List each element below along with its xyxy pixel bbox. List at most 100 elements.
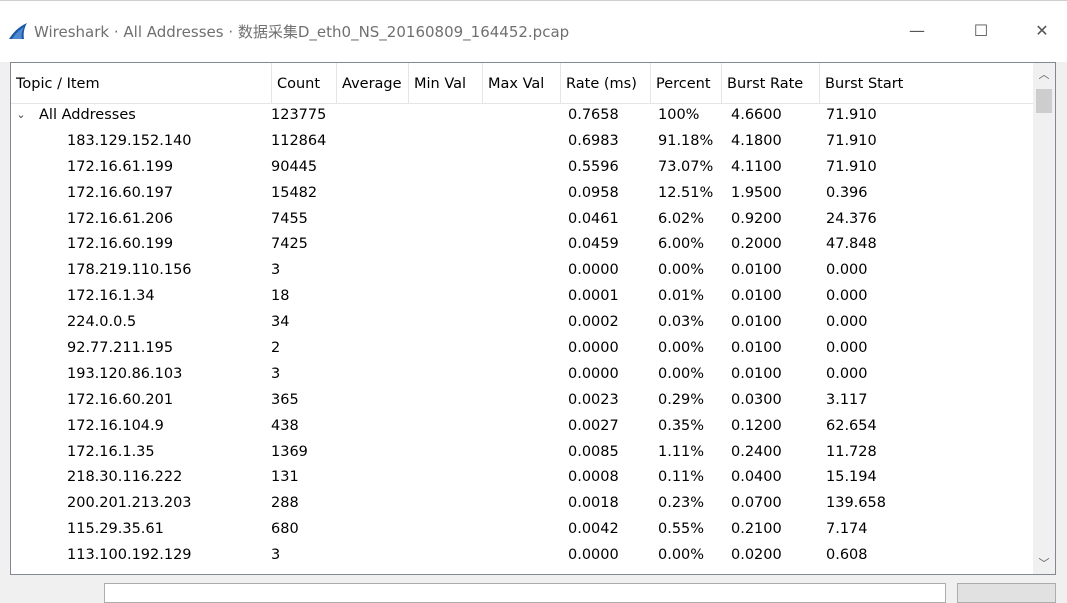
cell-burst-rate: 0.0100 (731, 365, 782, 382)
cell-item: 172.16.1.34 (67, 288, 155, 305)
table-row[interactable]: 200.201.213.203 288 0.0018 0.23% 0.0700 139.6… (11, 491, 1033, 517)
cell-count: 438 (271, 417, 299, 434)
cell-rate: 0.0000 (568, 547, 619, 564)
cell-percent: 6.00% (658, 236, 705, 253)
cell-burst-rate: 0.0300 (731, 391, 782, 408)
column-header-count[interactable]: Count (272, 63, 337, 103)
cell-count: 365 (271, 391, 299, 408)
cell-burst-rate: 0.2000 (731, 236, 782, 253)
cell-count: 123775 (271, 107, 327, 123)
minimize-button[interactable]: — (894, 12, 940, 48)
cell-burst-rate: 0.0100 (731, 569, 782, 574)
apply-button[interactable] (957, 583, 1056, 603)
window-title: Wireshark · All Addresses · 数据采集D_eth0_N… (34, 23, 570, 41)
cell-burst-rate: 0.0100 (731, 340, 782, 357)
cell-burst-start: 3.117 (826, 391, 868, 408)
cell-percent: 0.00% (658, 569, 704, 574)
scrollbar-thumb[interactable] (1036, 89, 1052, 113)
table-row[interactable]: 113.100.192.129 3 0.0000 0.00% 0.0200 0.608 (11, 543, 1033, 569)
cell-burst-rate: 0.2400 (731, 443, 782, 460)
cell-rate: 0.0027 (568, 417, 619, 434)
cell-burst-rate: 0.0400 (731, 469, 782, 486)
cell-item: 218.30.116.222 (67, 469, 183, 486)
column-header-average[interactable]: Average (337, 63, 409, 103)
table-row[interactable]: 92.77.211.195 2 0.0000 0.00% 0.0100 0.000 (11, 336, 1033, 362)
cell-item: All Addresses (39, 107, 136, 123)
table-row[interactable]: 224.0.0.5 34 0.0002 0.03% 0.0100 0.000 (11, 310, 1033, 336)
table-row[interactable]: 172.16.61.199 90445 0.5596 73.07% 4.1100 71.9… (11, 155, 1033, 181)
cell-item: 172.16.60.199 (67, 236, 174, 253)
cell-count: 3 (271, 365, 281, 382)
cell-rate: 0.5596 (568, 158, 619, 175)
table-row[interactable]: 172.16.60.199 7425 0.0459 6.00% 0.2000 47.848 (11, 232, 1033, 258)
column-header-burst-rate[interactable]: Burst Rate (722, 63, 820, 103)
table-row[interactable]: 193.120.86.103 3 0.0000 0.00% 0.0100 0.000 (11, 362, 1033, 388)
column-header-min-val[interactable]: Min Val (409, 63, 483, 103)
cell-rate: 0.0001 (568, 288, 619, 305)
display-filter-input[interactable] (104, 583, 946, 603)
scroll-up-icon[interactable]: ︿ (1033, 63, 1055, 85)
column-header-rate[interactable]: Rate (ms) (561, 63, 651, 103)
cell-rate: 0.0958 (568, 184, 619, 201)
scroll-down-icon[interactable]: ﹀ (1033, 552, 1055, 574)
cell-item: 113.100.192.129 (67, 547, 192, 564)
table-row[interactable]: 178.219.110.156 3 0.0000 0.00% 0.0100 0.000 (11, 258, 1033, 284)
vertical-scrollbar[interactable]: ︿ ﹀ (1033, 63, 1055, 574)
cell-count: 288 (271, 495, 299, 512)
table-row[interactable]: 183.129.152.140 112864 0.6983 91.18% 4.1800 7… (11, 129, 1033, 155)
cell-rate: 0.0000 (568, 569, 619, 574)
cell-rate: 0.6983 (568, 132, 619, 149)
cell-burst-rate: 0.0200 (731, 547, 782, 564)
cell-burst-start: 0.608 (826, 547, 868, 564)
cell-count: 18 (271, 288, 290, 305)
cell-count: 34 (271, 314, 290, 331)
cell-burst-start: 7.174 (826, 521, 868, 538)
column-header-burst-start[interactable]: Burst Start (820, 63, 1033, 103)
table-row[interactable]: 55.156.154.144 3 0.0000 0.00% 0.0100 0.133 (11, 569, 1033, 574)
table-row[interactable]: 172.16.60.201 365 0.0023 0.29% 0.0300 3.117 (11, 388, 1033, 414)
cell-count: 1369 (271, 443, 308, 460)
cell-burst-start: 71.910 (826, 132, 877, 149)
table-row[interactable]: 172.16.1.35 1369 0.0085 1.11% 0.2400 11.728 (11, 440, 1033, 466)
table-row[interactable]: 218.30.116.222 131 0.0008 0.11% 0.0400 15.194 (11, 465, 1033, 491)
cell-rate: 0.0002 (568, 314, 619, 331)
cell-burst-rate: 0.1200 (731, 417, 782, 434)
cell-burst-start: 0.133 (826, 569, 868, 574)
cell-percent: 0.35% (658, 417, 705, 434)
cell-rate: 0.0042 (568, 521, 619, 538)
column-header-topic-item[interactable]: Topic / Item (11, 63, 272, 103)
table-row[interactable]: 172.16.1.34 18 0.0001 0.01% 0.0100 0.000 (11, 284, 1033, 310)
cell-count: 112864 (271, 132, 327, 149)
chevron-down-icon[interactable]: ⌄ (14, 103, 28, 129)
cell-percent: 0.55% (658, 521, 705, 538)
cell-burst-start: 0.000 (826, 288, 868, 305)
maximize-button[interactable]: ☐ (958, 12, 1004, 48)
column-header-percent[interactable]: Percent (651, 63, 722, 103)
cell-percent: 12.51% (658, 184, 714, 201)
tree-root-row[interactable]: ⌄ All Addresses 123775 0.7658 100% 4.660… (11, 103, 1033, 129)
close-button[interactable]: ✕ (1019, 12, 1065, 48)
cell-burst-start: 0.000 (826, 365, 868, 382)
table-row[interactable]: 115.29.35.61 680 0.0042 0.55% 0.2100 7.174 (11, 517, 1033, 543)
cell-burst-rate: 0.9200 (731, 210, 782, 227)
cell-rate: 0.0000 (568, 340, 619, 357)
cell-item: 200.201.213.203 (67, 495, 192, 512)
cell-burst-start: 24.376 (826, 210, 877, 227)
table-row[interactable]: 172.16.60.197 15482 0.0958 12.51% 1.9500 0.39… (11, 181, 1033, 207)
cell-item: 172.16.61.206 (67, 210, 174, 227)
column-header-max-val[interactable]: Max Val (483, 63, 561, 103)
cell-percent: 0.00% (658, 340, 705, 357)
cell-rate: 0.7658 (568, 107, 619, 123)
cell-rate: 0.0461 (568, 210, 619, 227)
cell-item: 178.219.110.156 (67, 262, 192, 279)
cell-burst-rate: 0.0100 (731, 288, 782, 305)
statistics-tree-table[interactable]: Topic / Item Count Average Min Val Max V… (10, 62, 1056, 575)
cell-item: 92.77.211.195 (67, 340, 174, 357)
cell-count: 680 (271, 521, 299, 538)
cell-percent: 0.03% (658, 314, 705, 331)
table-row[interactable]: 172.16.104.9 438 0.0027 0.35% 0.1200 62.654 (11, 414, 1033, 440)
cell-rate: 0.0000 (568, 365, 619, 382)
table-row[interactable]: 172.16.61.206 7455 0.0461 6.02% 0.9200 24.376 (11, 207, 1033, 233)
cell-percent: 0.29% (658, 391, 705, 408)
cell-burst-start: 0.000 (826, 340, 868, 357)
